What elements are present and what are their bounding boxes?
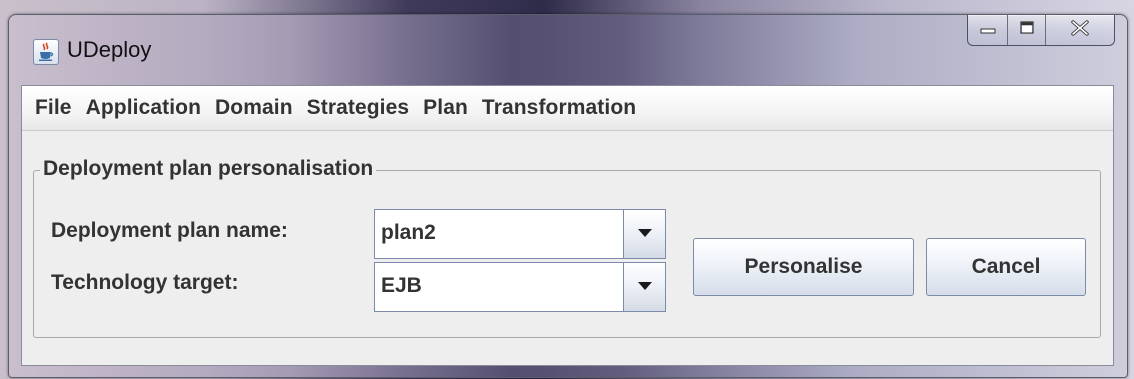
technology-dropdown-button[interactable] bbox=[623, 263, 665, 311]
menu-domain[interactable]: Domain bbox=[208, 96, 300, 120]
plan-name-combobox[interactable]: plan2 bbox=[374, 209, 666, 259]
java-cup-icon[interactable] bbox=[33, 39, 59, 65]
technology-target-value: EJB bbox=[381, 274, 422, 297]
chevron-down-icon bbox=[637, 278, 653, 296]
minimize-button[interactable] bbox=[968, 15, 1008, 45]
menu-file[interactable]: File bbox=[28, 96, 79, 120]
cancel-button[interactable]: Cancel bbox=[926, 238, 1086, 296]
plan-name-label: Deployment plan name: bbox=[51, 219, 288, 242]
close-icon bbox=[1071, 19, 1089, 41]
title-bar[interactable]: UDeploy bbox=[9, 15, 1127, 85]
menu-bar: File Application Domain Strategies Plan … bbox=[22, 86, 1113, 131]
technology-target-label: Technology target: bbox=[51, 271, 239, 294]
personalisation-group: Deployment plan personalisation Deployme… bbox=[33, 157, 1101, 338]
menu-strategies[interactable]: Strategies bbox=[300, 96, 417, 120]
chevron-down-icon bbox=[637, 225, 653, 243]
window-client-area: File Application Domain Strategies Plan … bbox=[21, 85, 1114, 366]
udeploy-window: UDeploy File Application Domain Strategi… bbox=[8, 14, 1128, 378]
technology-target-combobox[interactable]: EJB bbox=[374, 262, 666, 312]
maximize-button[interactable] bbox=[1008, 15, 1046, 45]
personalise-button[interactable]: Personalise bbox=[693, 238, 914, 296]
menu-application[interactable]: Application bbox=[79, 96, 208, 120]
plan-name-dropdown-button[interactable] bbox=[623, 210, 665, 258]
group-title: Deployment plan personalisation bbox=[40, 157, 377, 181]
close-button[interactable] bbox=[1046, 15, 1114, 45]
caption-buttons bbox=[967, 15, 1115, 46]
plan-name-value: plan2 bbox=[381, 221, 436, 244]
maximize-icon bbox=[1019, 21, 1034, 39]
minimize-icon bbox=[980, 21, 996, 39]
menu-transformation[interactable]: Transformation bbox=[475, 96, 643, 120]
window-title: UDeploy bbox=[67, 37, 152, 62]
menu-plan[interactable]: Plan bbox=[416, 96, 475, 120]
